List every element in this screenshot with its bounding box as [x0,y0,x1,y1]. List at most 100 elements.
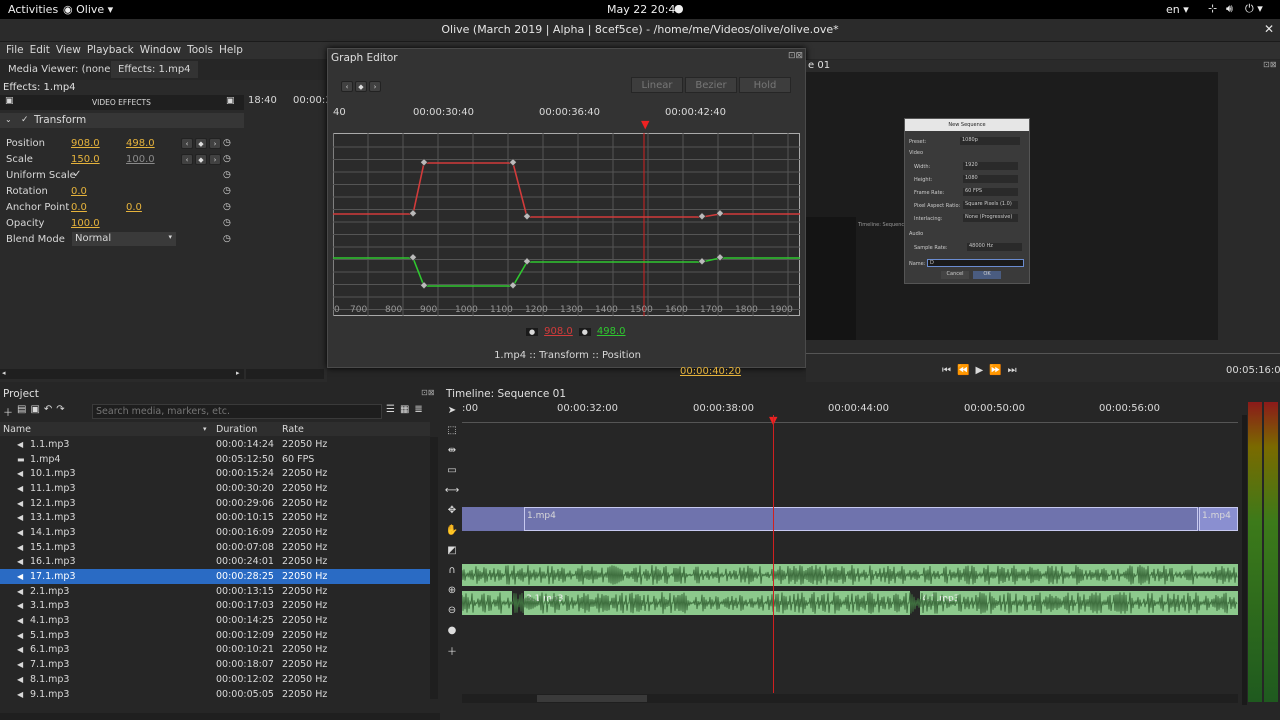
project-row[interactable]: ◀ 7.1.mp3 00:00:18:07 22050 Hz [0,657,430,672]
project-row[interactable]: ▬ 1.mp4 00:05:12:50 60 FPS [0,452,430,467]
param-value-1[interactable]: 100.0 [71,218,100,229]
project-row[interactable]: ◀ 3.1.mp3 00:00:17:03 22050 Hz [0,599,430,614]
width-field[interactable]: 1920 [963,162,1018,170]
y-toggle-icon[interactable]: ● [578,327,591,336]
viewer-close-icon[interactable]: ⊡⊠ [1263,60,1276,69]
add-keyframe-icon[interactable]: ◆ [195,154,207,165]
current-time[interactable]: 00:00:40:20 [680,366,741,377]
go-to-end-icon[interactable]: ⏭ [1008,365,1017,376]
graph-playhead-icon[interactable]: ▼ [641,118,649,131]
param-value-1[interactable]: 0.0 [71,186,87,197]
search-input[interactable] [92,404,382,419]
save-icon[interactable]: ▣ [30,404,39,419]
prev-keyframe-icon[interactable]: ‹ [181,154,193,165]
project-row[interactable]: ◀ 12.1.mp3 00:00:29:06 22050 Hz [0,496,430,511]
network-icon[interactable]: ⊹ [1208,2,1217,15]
edit-tool-icon[interactable]: ⇹ [445,443,459,457]
menu-file[interactable]: File [6,44,24,56]
interlace-select[interactable]: None (Progressive) [963,214,1018,222]
project-row[interactable]: ◀ 15.1.mp3 00:00:07:08 22050 Hz [0,540,430,555]
tab-media-viewer[interactable]: Media Viewer: (none) [2,61,120,78]
play-icon[interactable]: ▶ [975,365,983,376]
menu-edit[interactable]: Edit [30,44,50,56]
track-scrollbar[interactable] [1242,415,1247,705]
undo-icon[interactable]: ↶ [44,404,52,419]
reset-clock-icon[interactable]: ◷ [223,202,231,212]
menu-help[interactable]: Help [219,44,243,56]
effect-add-icon[interactable]: ▣ [5,96,14,106]
project-row[interactable]: ◀ 6.1.mp3 00:00:10:21 22050 Hz [0,643,430,658]
effects-scrollbar[interactable]: ◂ ▸ [0,369,244,379]
height-field[interactable]: 1080 [963,175,1018,183]
ok-button[interactable]: OK [973,271,1001,279]
redo-icon[interactable]: ↷ [56,404,64,419]
linear-button[interactable]: Linear [631,77,683,93]
hand-tool-icon[interactable]: ✋ [445,523,459,537]
language-indicator[interactable]: en ▾ [1166,3,1189,16]
param-value-2[interactable]: 0.0 [126,202,142,213]
open-icon[interactable]: ▤ [17,404,26,419]
reset-clock-icon[interactable]: ◷ [223,170,231,180]
menu-playback[interactable]: Playback [87,44,134,56]
timeline-scroll-thumb[interactable] [537,695,647,702]
tab-effects[interactable]: Effects: 1.mp4 [111,61,198,78]
param-value-1[interactable]: 908.0 [71,138,100,149]
graph-editor-close-icon[interactable]: ⊡⊠ [788,51,803,61]
power-icon[interactable]: ⏻ ▾ [1245,2,1263,16]
reset-clock-icon[interactable]: ◷ [223,186,231,196]
next-keyframe-icon[interactable]: › [369,81,381,92]
effect-menu-icon[interactable]: ▣ [226,96,235,106]
effect-enabled-checkbox[interactable]: ✓ [21,115,29,125]
list-view-icon[interactable]: ☰ [386,404,395,415]
prev-keyframe-icon[interactable]: ‹ [341,81,353,92]
viewer-ruler[interactable] [806,342,1280,354]
activities-button[interactable]: Activities [8,3,58,16]
app-menu[interactable]: ◉ Olive ▾ [63,3,113,16]
clock[interactable]: May 22 20:48 [607,3,682,16]
video-preview[interactable]: Timeline: Sequence 01 New Sequence Prese… [806,72,1218,340]
tree-view-icon[interactable]: ≣ [414,404,422,415]
x-value[interactable]: 908.0 [544,326,573,337]
project-row[interactable]: ◀ 1.1.mp3 00:00:14:24 22050 Hz [0,437,430,452]
param-value-2[interactable]: 498.0 [126,138,155,149]
audio-track-1[interactable] [461,564,1238,586]
transform-effect-header[interactable]: ⌄ ✓ Transform [0,113,244,128]
add-keyframe-icon[interactable]: ◆ [195,138,207,149]
param-value-1[interactable]: 0.0 [71,202,87,213]
pointer-tool-icon[interactable]: ➤ [445,403,459,417]
project-row[interactable]: ◀ 17.1.mp3 00:00:28:25 22050 Hz [0,569,430,584]
scroll-left-icon[interactable]: ◂ [2,369,6,377]
volume-icon[interactable]: 🔊︎ [1226,2,1233,16]
project-row[interactable]: ◀ 14.1.mp3 00:00:16:09 22050 Hz [0,525,430,540]
transition-tool-icon[interactable]: ◩ [445,543,459,557]
y-value[interactable]: 498.0 [597,326,626,337]
timeline-scrollbar[interactable] [462,694,1238,703]
par-select[interactable]: Square Pixels (1.0) [963,201,1018,209]
param-value-2[interactable]: 100.0 [126,154,155,165]
rewind-icon[interactable]: ⏪ [957,365,969,376]
col-name[interactable]: Name [0,424,203,435]
col-duration[interactable]: Duration [213,424,279,435]
zoom-in-icon[interactable]: ⊕ [445,583,459,597]
collapse-chevron-icon[interactable]: ⌄ [5,115,12,124]
project-row[interactable]: ◀ 2.1.mp3 00:00:13:15 22050 Hz [0,584,430,599]
param-value-1[interactable]: 150.0 [71,154,100,165]
col-rate[interactable]: Rate [279,424,304,435]
prev-keyframe-icon[interactable]: ‹ [181,138,193,149]
preset-select[interactable]: 1080p [960,137,1020,145]
scroll-right-icon[interactable]: ▸ [236,369,240,377]
project-row[interactable]: ◀ 11.1.mp3 00:00:30:20 22050 Hz [0,481,430,496]
hold-button[interactable]: Hold [739,77,791,93]
record-icon[interactable]: ● [445,623,459,637]
timeline-ruler[interactable]: :00 00:00:32:00 00:00:38:00 00:00:44:00 … [462,403,1238,429]
project-close-icon[interactable]: ⊡⊠ [421,388,434,397]
icon-view-icon[interactable]: ▦ [400,404,409,415]
reset-clock-icon[interactable]: ◷ [223,154,231,164]
sample-rate-select[interactable]: 48000 Hz [967,243,1022,251]
zoom-out-icon[interactable]: ⊖ [445,603,459,617]
new-item-icon[interactable]: ＋ [3,404,13,419]
snapping-icon[interactable]: ∩ [445,563,459,577]
menu-tools[interactable]: Tools [187,44,213,56]
reset-clock-icon[interactable]: ◷ [223,218,231,228]
blend-mode-select[interactable]: Normal ▾ [72,232,176,246]
